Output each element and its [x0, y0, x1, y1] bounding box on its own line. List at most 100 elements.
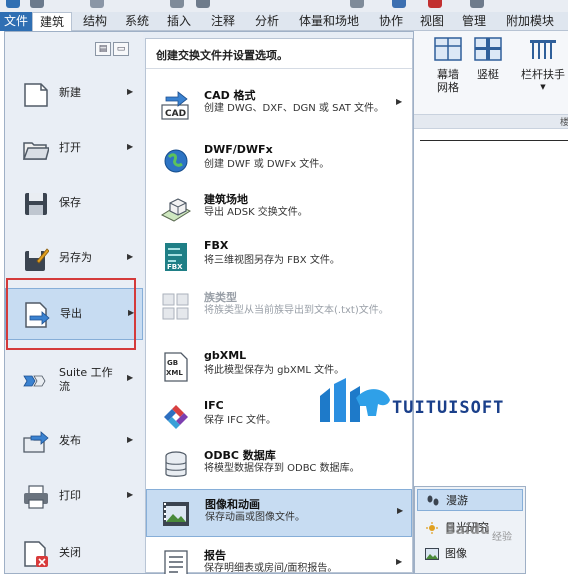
tab-annotate[interactable]: 注释 — [204, 12, 242, 31]
export-item-reports[interactable]: 报告 保存明细表或房间/面积报告。 ▶ — [146, 541, 412, 574]
export-item-desc: 将模型数据保存到 ODBC 数据库。 — [204, 463, 360, 474]
menu-item-label-l2: 流 — [59, 380, 70, 393]
tab-view[interactable]: 视图 — [414, 12, 450, 31]
qa-button-icon[interactable] — [470, 0, 484, 8]
export-item-cad[interactable]: CAD CAD 格式 创建 DWG、DXF、DGN 或 SAT 文件。 ▶ — [146, 81, 412, 130]
curtain-grid-button[interactable]: 幕墙 网格 — [430, 37, 466, 94]
menu-item-print[interactable]: 打印 ▶ — [5, 471, 143, 523]
submenu-item-image[interactable]: 图像 — [417, 543, 523, 565]
family-types-icon — [162, 293, 189, 320]
railing-icon — [530, 40, 556, 59]
qa-button-icon[interactable] — [30, 0, 44, 8]
qa-button-icon[interactable] — [170, 0, 184, 8]
qa-button-icon[interactable] — [392, 0, 406, 8]
tab-architecture[interactable]: 建筑 — [32, 12, 72, 32]
export-item-images-animations[interactable]: 图像和动画 保存动画或图像文件。 ▶ — [146, 489, 412, 537]
tab-insert[interactable]: 插入 — [160, 12, 198, 31]
printer-icon — [24, 485, 48, 509]
qa-button-icon[interactable] — [196, 0, 210, 8]
ribbon-panel: 幕墙 网格 竖梃 栏杆扶手 ▼ — [414, 31, 568, 115]
suite-workflow-icon — [23, 375, 46, 387]
qa-button-icon[interactable] — [90, 0, 104, 8]
watermark-text: TUITUISOFT — [392, 398, 505, 418]
export-item-title: 报告 — [204, 549, 226, 562]
export-panel-header: 创建交换文件并设置选项。 — [146, 39, 412, 69]
menu-item-publish[interactable]: 发布 ▶ — [5, 416, 143, 468]
qa-button-icon[interactable] — [350, 0, 364, 8]
chevron-right-icon: ▶ — [127, 87, 134, 96]
chevron-right-icon: ▶ — [396, 557, 403, 566]
quick-access-toolbar — [0, 0, 568, 12]
chevron-down-icon[interactable]: ▼ — [518, 81, 568, 94]
export-item-desc: 保存明细表或房间/面积报告。 — [204, 563, 338, 574]
export-item-building-site[interactable]: 建筑场地 导出 ADSK 交换文件。 — [146, 185, 412, 234]
export-options-panel: 创建交换文件并设置选项。 CAD CAD 格式 创建 DWG、DXF、DGN 或… — [145, 38, 413, 574]
menu-item-close[interactable]: 关闭 — [5, 528, 143, 574]
revit-logo-icon[interactable] — [6, 0, 20, 8]
railing-label: 栏杆扶手 — [521, 68, 565, 81]
export-item-dwf[interactable]: DWF/DWFx 创建 DWF 或 DWFx 文件。 — [146, 137, 412, 186]
export-item-desc: 创建 DWG、DXF、DGN 或 SAT 文件。 — [204, 103, 384, 114]
tab-systems[interactable]: 系统 — [118, 12, 156, 31]
export-item-desc: 将族类型从当前族导出到文本(.txt)文件。 — [204, 305, 389, 316]
railing-button[interactable]: 栏杆扶手 ▼ — [518, 37, 568, 94]
tab-file[interactable]: 文件 — [0, 12, 32, 31]
building-site-icon — [160, 198, 192, 222]
menu-item-label: 新建 — [59, 86, 81, 99]
drawing-line — [420, 140, 568, 141]
menu-item-suite-workflow[interactable]: Suite 工作 流 ▶ — [5, 354, 143, 406]
export-item-desc: 创建 DWF 或 DWFx 文件。 — [204, 159, 330, 170]
gbxml-icon: GB XML — [164, 352, 188, 382]
curtain-grid-label-l1: 幕墙 — [437, 68, 459, 81]
tab-structure[interactable]: 结构 — [76, 12, 114, 31]
menu-item-label-l1: Suite 工作 — [59, 366, 113, 379]
tab-manage[interactable]: 管理 — [454, 12, 494, 31]
tab-collaborate[interactable]: 协作 — [372, 12, 410, 31]
menu-item-label: 另存为 — [59, 251, 92, 264]
chevron-right-icon: ▶ — [127, 490, 134, 499]
publish-icon — [23, 431, 49, 453]
menu-item-open[interactable]: 打开 ▶ — [5, 123, 143, 175]
export-item-title: gbXML — [204, 349, 247, 362]
image-icon — [425, 548, 439, 560]
chevron-right-icon: ▶ — [396, 97, 403, 106]
highlight-annotation-box — [6, 278, 136, 350]
export-item-title: DWF/DWFx — [204, 143, 273, 156]
chevron-right-icon: ▶ — [127, 435, 134, 444]
tab-addins[interactable]: 附加模块 — [500, 12, 560, 31]
svg-text:XML: XML — [166, 369, 183, 377]
recent-documents-buttons: ▤ ▭ — [95, 40, 131, 56]
export-item-title: 族类型 — [204, 291, 237, 304]
menu-item-label: 打印 — [59, 489, 81, 502]
open-documents-icon[interactable]: ▭ — [113, 42, 129, 56]
walkthrough-icon — [427, 495, 439, 506]
panel-label: 楼 — [560, 118, 568, 128]
tab-analyze[interactable]: 分析 — [248, 12, 286, 31]
mullion-label: 竖梃 — [477, 68, 499, 81]
mullion-icon — [474, 37, 502, 61]
baidu-watermark: Baidu — [445, 522, 490, 538]
chevron-right-icon: ▶ — [127, 142, 134, 151]
tab-massing-site[interactable]: 体量和场地 — [292, 12, 366, 31]
export-item-fbx[interactable]: FBX FBX 将三维视图另存为 FBX 文件。 — [146, 233, 412, 282]
export-item-family-types: 族类型 将族类型从当前族导出到文本(.txt)文件。 — [146, 283, 412, 339]
menu-item-new[interactable]: 新建 ▶ — [5, 68, 143, 120]
menu-item-save[interactable]: 保存 — [5, 178, 143, 230]
export-item-desc: 将三维视图另存为 FBX 文件。 — [204, 255, 340, 266]
chevron-right-icon: ▶ — [127, 252, 134, 261]
chevron-right-icon: ▶ — [127, 373, 134, 382]
export-item-desc: 保存动画或图像文件。 — [205, 512, 305, 523]
export-item-title: ODBC 数据库 — [204, 449, 276, 462]
ribbon-tab-bar: 文件 建筑 结构 系统 插入 注释 分析 体量和场地 协作 视图 管理 附加模块 — [0, 12, 568, 32]
close-window-icon[interactable] — [428, 0, 442, 8]
menu-item-label: 打开 — [59, 141, 81, 154]
menu-item-label: 关闭 — [59, 546, 81, 559]
mullion-button[interactable]: 竖梃 — [470, 37, 506, 81]
curtain-grid-icon — [434, 37, 462, 61]
recent-documents-icon[interactable]: ▤ — [95, 42, 111, 56]
ifc-icon — [164, 405, 188, 429]
cad-icon: CAD — [161, 91, 189, 120]
export-item-odbc[interactable]: ODBC 数据库 将模型数据保存到 ODBC 数据库。 — [146, 441, 412, 490]
new-document-icon — [24, 83, 48, 107]
submenu-item-walkthrough[interactable]: 漫游 — [417, 489, 523, 511]
